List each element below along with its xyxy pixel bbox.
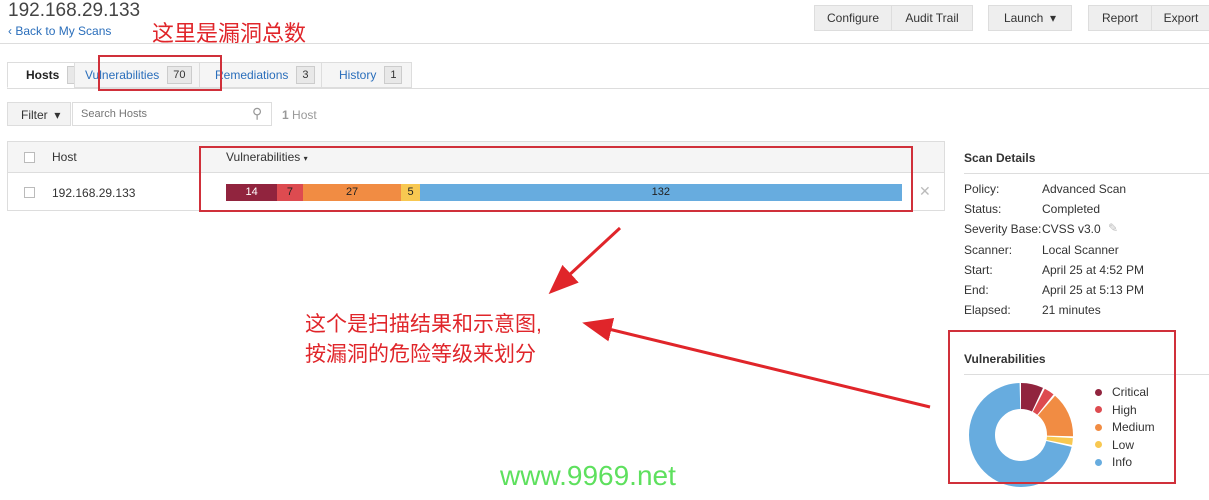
watermark: www.9969.net	[500, 460, 676, 491]
annotation-arrows	[548, 226, 931, 409]
